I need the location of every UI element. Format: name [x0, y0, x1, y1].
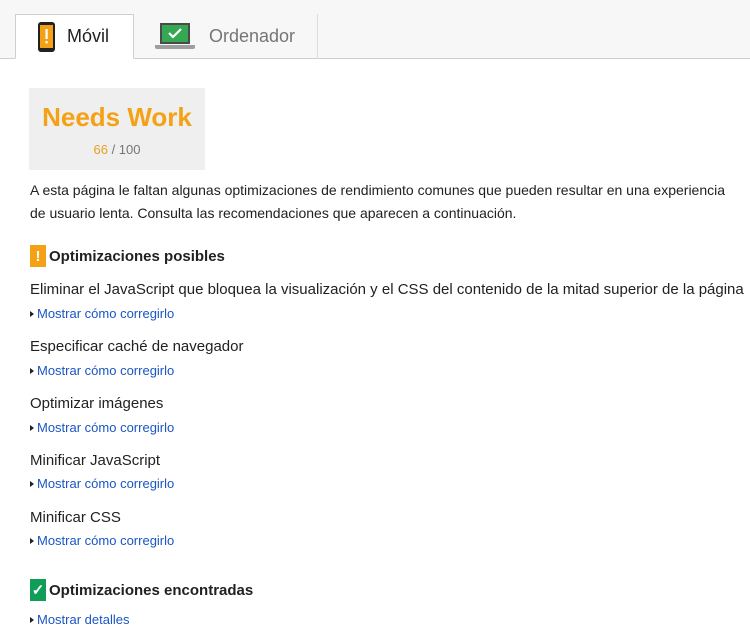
possible-optimizations-header: ! Optimizaciones posibles — [30, 245, 225, 267]
show-fix-link-label: Mostrar cómo corregirlo — [37, 306, 175, 321]
score-max: / 100 — [111, 142, 141, 157]
score-line: 66 / 100 — [29, 142, 205, 157]
caret-right-icon — [30, 616, 34, 623]
caret-right-icon — [30, 310, 34, 317]
laptop-check-icon — [155, 22, 195, 49]
rule-title: Minificar CSS — [30, 509, 121, 526]
rule-title: Eliminar el JavaScript que bloquea la vi… — [30, 281, 744, 298]
tab-desktop-label: Ordenador — [209, 26, 296, 46]
found-optimizations-header: ✓ Optimizaciones encontradas — [30, 579, 253, 601]
caret-right-icon — [30, 367, 34, 374]
caret-right-icon — [30, 480, 34, 487]
found-optimizations-title: Optimizaciones encontradas — [49, 581, 254, 599]
tab-desktop[interactable]: Ordenador — [135, 14, 318, 59]
show-fix-link-label: Mostrar cómo corregirlo — [37, 476, 175, 491]
score-title: Needs Work — [42, 102, 192, 132]
show-fix-link[interactable]: Mostrar cómo corregirlo — [30, 363, 174, 378]
warning-icon: ! — [30, 245, 46, 267]
show-details-link[interactable]: Mostrar detalles — [30, 612, 129, 627]
tab-mobile-label: Móvil — [67, 26, 110, 46]
show-fix-link[interactable]: Mostrar cómo corregirlo — [30, 476, 174, 491]
show-fix-link[interactable]: Mostrar cómo corregirlo — [30, 306, 174, 321]
possible-optimizations-title: Optimizaciones posibles — [49, 247, 225, 265]
show-fix-link-label: Mostrar cómo corregirlo — [37, 533, 175, 548]
caret-right-icon — [30, 424, 34, 431]
phone-warning-icon — [38, 21, 55, 52]
score-box: Needs Work 66 / 100 — [29, 88, 205, 170]
score-value: 66 — [93, 142, 108, 157]
show-fix-link-label: Mostrar cómo corregirlo — [37, 420, 175, 435]
rule-title: Optimizar imágenes — [30, 395, 164, 412]
tab-mobile[interactable]: Móvil — [15, 14, 134, 59]
show-fix-link-label: Mostrar cómo corregirlo — [37, 363, 175, 378]
show-details-link-label: Mostrar detalles — [37, 612, 130, 627]
show-fix-link[interactable]: Mostrar cómo corregirlo — [30, 420, 174, 435]
show-fix-link[interactable]: Mostrar cómo corregirlo — [30, 533, 174, 548]
tab-bar: Móvil Ordenador — [0, 0, 750, 59]
summary-text: A esta página le faltan algunas optimiza… — [30, 182, 726, 221]
rule-title: Minificar JavaScript — [30, 452, 161, 469]
caret-right-icon — [30, 537, 34, 544]
check-icon: ✓ — [30, 579, 46, 601]
rule-title: Especificar caché de navegador — [30, 338, 244, 355]
